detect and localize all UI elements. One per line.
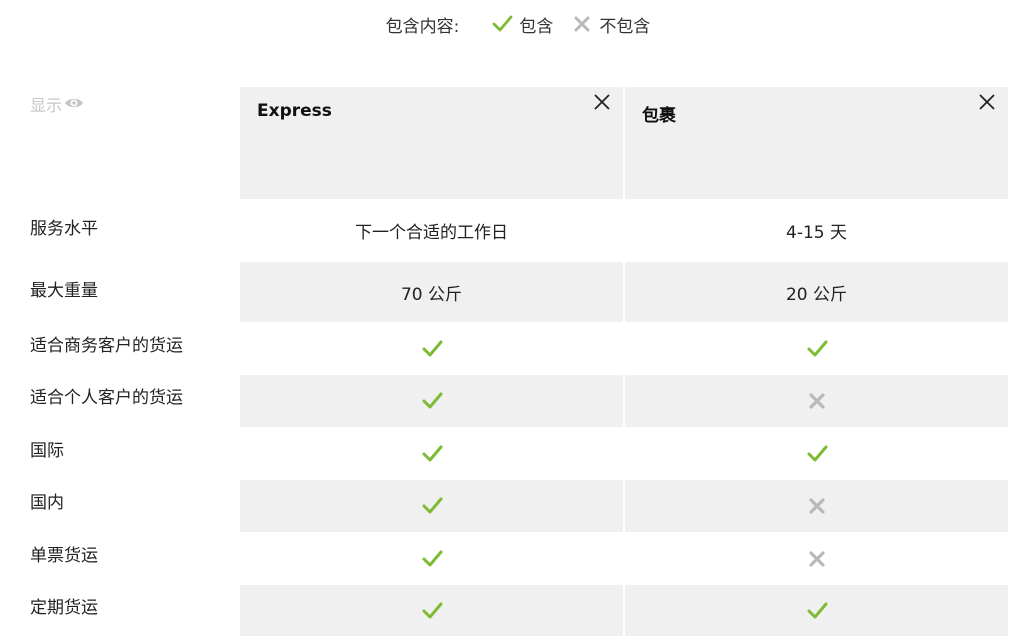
cell-value: 4-15 天 xyxy=(786,222,847,243)
legend: 包含内容: 包含 不包含 xyxy=(0,12,1036,37)
close-icon[interactable] xyxy=(978,93,996,111)
legend-excluded-label: 不包含 xyxy=(599,16,651,37)
check-icon xyxy=(240,428,623,479)
column-header-express: Express xyxy=(240,87,623,199)
column-name: 包裹 xyxy=(642,106,676,126)
table-row: 最大重量 70 公斤 20 公斤 xyxy=(0,262,1036,322)
table-row: 定期货运 xyxy=(0,585,1036,636)
legend-excluded: 不包含 xyxy=(571,12,650,37)
column-header-parcel: 包裹 xyxy=(625,87,1008,199)
show-toggle[interactable]: 显示 xyxy=(30,92,84,116)
check-icon xyxy=(240,323,623,374)
check-icon xyxy=(240,480,623,532)
legend-included-label: 包含 xyxy=(519,16,554,37)
row-label: 最大重量 xyxy=(30,281,98,301)
table-row: 国际 xyxy=(0,428,1036,479)
cell-value: 70 公斤 xyxy=(240,262,623,322)
cell-value: 下一个合适的工作日 xyxy=(355,222,508,243)
row-label: 服务水平 xyxy=(30,219,98,239)
cross-icon xyxy=(625,480,1008,532)
check-icon xyxy=(240,533,623,584)
cross-icon xyxy=(571,13,593,35)
legend-included: 包含 xyxy=(491,12,553,37)
cross-icon xyxy=(625,375,1008,427)
check-icon xyxy=(240,375,623,427)
table-row: 适合个人客户的货运 xyxy=(0,375,1036,427)
cross-icon xyxy=(625,533,1008,584)
table-row: 服务水平 下一个合适的工作日 4-15 天 xyxy=(0,200,1036,260)
check-icon xyxy=(491,13,513,35)
legend-title: 包含内容: xyxy=(385,16,460,37)
table-row: 适合商务客户的货运 xyxy=(0,323,1036,374)
row-label: 国际 xyxy=(30,441,64,461)
close-icon[interactable] xyxy=(593,93,611,111)
table-row: 国内 xyxy=(0,480,1036,532)
check-icon xyxy=(625,585,1008,636)
row-label: 国内 xyxy=(30,493,64,513)
check-icon xyxy=(625,323,1008,374)
cell-value: 20 公斤 xyxy=(625,262,1008,322)
row-label: 适合商务客户的货运 xyxy=(30,336,183,356)
row-label: 适合个人客户的货运 xyxy=(30,388,183,408)
eye-icon xyxy=(62,95,84,114)
show-toggle-label: 显示 xyxy=(30,96,63,115)
check-icon xyxy=(625,428,1008,479)
table-row: 单票货运 xyxy=(0,533,1036,584)
column-name: Express xyxy=(257,101,332,121)
row-label: 单票货运 xyxy=(30,546,98,566)
check-icon xyxy=(240,585,623,636)
row-label: 定期货运 xyxy=(30,598,98,618)
